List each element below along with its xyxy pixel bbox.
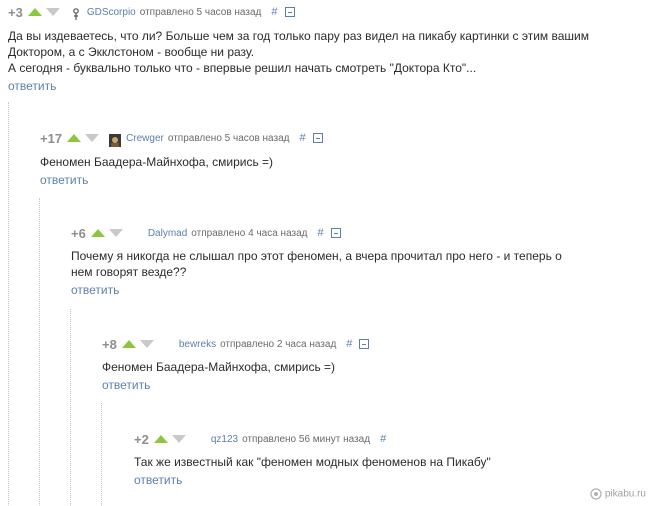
comment: +2 qz123 отправлено 56 минут назад # Так… bbox=[134, 431, 634, 488]
downvote-arrow-icon[interactable] bbox=[139, 340, 154, 348]
comment-line: Доктором, а с Экклстоном - вообще ни раз… bbox=[8, 45, 255, 59]
post-time: отправлено 5 часов назад bbox=[139, 6, 262, 18]
permalink-hash[interactable]: # bbox=[318, 227, 324, 239]
rating-value: +8 bbox=[102, 336, 117, 352]
comment-line: Почему я никогда не слышал про этот фено… bbox=[71, 249, 562, 263]
comment-line: Феномен Баадера-Майнхофа, смирись =) bbox=[40, 155, 274, 169]
comment-header: +2 qz123 отправлено 56 минут назад # bbox=[134, 431, 634, 447]
thread-line bbox=[8, 102, 9, 506]
comment-line: Да вы издеваетесь, что ли? Больше чем за… bbox=[8, 29, 589, 43]
author-link[interactable]: GDScorpio bbox=[87, 7, 136, 18]
avatar[interactable] bbox=[109, 132, 122, 147]
reply-link[interactable]: ответить bbox=[8, 79, 648, 93]
downvote-arrow-icon[interactable] bbox=[45, 8, 60, 16]
comment-line: А сегодня - буквально только что - вперв… bbox=[8, 61, 477, 75]
avatar[interactable] bbox=[70, 6, 82, 20]
avatar[interactable] bbox=[160, 338, 174, 351]
author-link[interactable]: Crewger bbox=[126, 133, 164, 144]
permalink-hash[interactable]: # bbox=[300, 132, 306, 144]
avatar[interactable] bbox=[129, 227, 143, 240]
comment-line: Так же известный как "феномен модных фен… bbox=[134, 455, 491, 469]
rating-value: +3 bbox=[8, 4, 23, 20]
post-time: отправлено 56 минут назад bbox=[242, 433, 371, 445]
downvote-arrow-icon[interactable] bbox=[108, 229, 123, 237]
thread-line bbox=[70, 309, 71, 506]
author-link[interactable]: bewreks bbox=[179, 339, 216, 350]
author-link[interactable]: qz123 bbox=[211, 434, 238, 445]
upvote-arrow-icon[interactable] bbox=[27, 8, 42, 16]
comment: +17 Crewger отправлено 5 часов назад # Ф… bbox=[40, 130, 640, 187]
upvote-arrow-icon[interactable] bbox=[153, 435, 168, 443]
upvote-arrow-icon[interactable] bbox=[67, 134, 82, 142]
rating-value: +6 bbox=[71, 225, 86, 241]
comment-body: Феномен Баадера-Майнхофа, смирись =) bbox=[102, 359, 642, 375]
upvote-arrow-icon[interactable] bbox=[90, 229, 105, 237]
upvote-arrow-icon[interactable] bbox=[121, 340, 136, 348]
comment-header: +8 bewreks отправлено 2 часа назад # bbox=[102, 336, 642, 352]
comment-body: Феномен Баадера-Майнхофа, смирись =) bbox=[40, 154, 640, 170]
thread-line bbox=[39, 198, 40, 506]
post-time: отправлено 5 часов назад bbox=[167, 132, 290, 144]
permalink-hash[interactable]: # bbox=[271, 6, 277, 18]
comment-body: Да вы издеваетесь, что ли? Больше чем за… bbox=[8, 28, 648, 76]
permalink-hash[interactable]: # bbox=[380, 433, 386, 445]
comment-header: +3 GDScorpio отправлено 5 часов назад # bbox=[8, 4, 648, 20]
thread-line bbox=[101, 403, 102, 506]
reply-link[interactable]: ответить bbox=[134, 473, 634, 487]
rating-value: +17 bbox=[40, 130, 63, 146]
collapse-icon[interactable] bbox=[284, 7, 295, 17]
comment: +3 GDScorpio отправлено 5 часов назад # … bbox=[8, 4, 648, 94]
author-link[interactable]: Dalymad bbox=[148, 228, 187, 239]
comment-line: Феномен Баадера-Майнхофа, смирись =) bbox=[102, 360, 336, 374]
comment-body: Почему я никогда не слышал про этот фено… bbox=[71, 248, 641, 280]
rating-value: +2 bbox=[134, 431, 149, 447]
permalink-hash[interactable]: # bbox=[346, 338, 352, 350]
watermark: pikabu.ru bbox=[590, 488, 646, 500]
reply-link[interactable]: ответить bbox=[71, 283, 641, 297]
downvote-arrow-icon[interactable] bbox=[85, 134, 100, 142]
reply-link[interactable]: ответить bbox=[102, 378, 642, 392]
downvote-arrow-icon[interactable] bbox=[171, 435, 186, 443]
avatar[interactable] bbox=[192, 433, 206, 446]
comment: +8 bewreks отправлено 2 часа назад # Фен… bbox=[102, 336, 642, 392]
reply-link[interactable]: ответить bbox=[40, 173, 640, 187]
post-time: отправлено 4 часа назад bbox=[191, 227, 308, 239]
post-time: отправлено 2 часа назад bbox=[220, 338, 337, 350]
comment-line: нем говорят везде?? bbox=[71, 265, 187, 279]
pikabu-logo-icon bbox=[590, 488, 602, 500]
comment: +6 Dalymad отправлено 4 часа назад # Поч… bbox=[71, 225, 641, 298]
comment-header: +17 Crewger отправлено 5 часов назад # bbox=[40, 130, 640, 147]
comment-header: +6 Dalymad отправлено 4 часа назад # bbox=[71, 225, 641, 241]
comment-body: Так же известный как "феномен модных фен… bbox=[134, 454, 634, 470]
collapse-icon[interactable] bbox=[312, 133, 323, 143]
watermark-text: pikabu.ru bbox=[604, 488, 646, 500]
collapse-icon[interactable] bbox=[359, 339, 370, 349]
collapse-icon[interactable] bbox=[330, 228, 341, 238]
